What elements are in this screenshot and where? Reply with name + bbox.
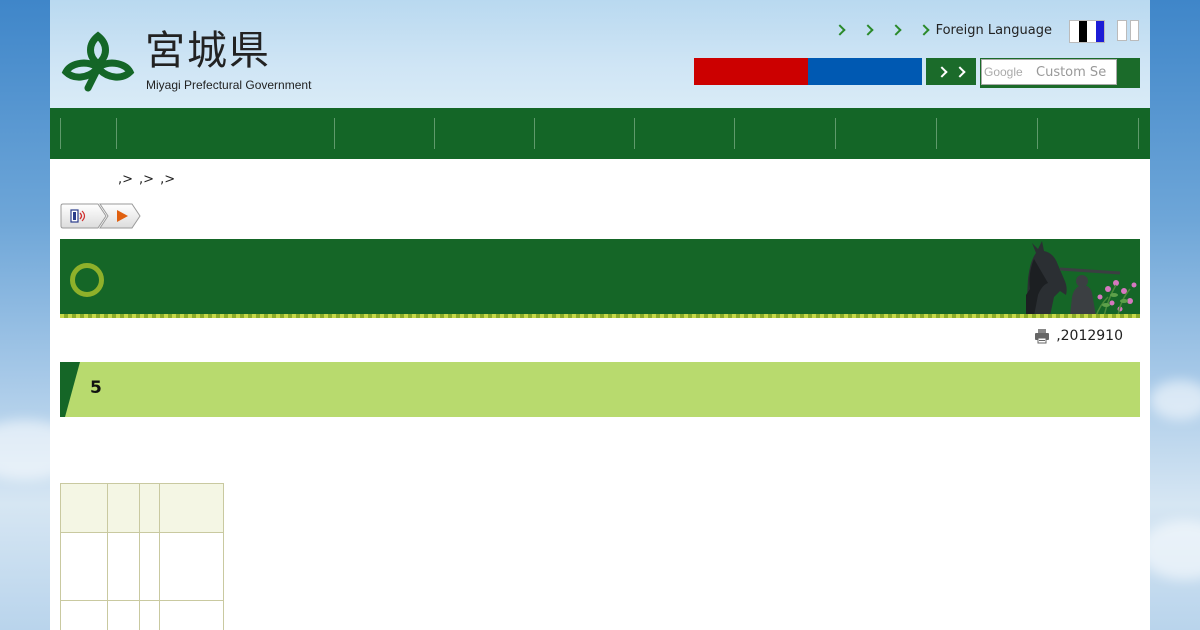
language-bar-red[interactable] bbox=[694, 58, 808, 85]
background-cloud bbox=[1150, 380, 1200, 420]
site-title[interactable]: 宮城県 bbox=[145, 27, 271, 75]
table-header-row bbox=[60, 483, 224, 533]
table-header-cell bbox=[107, 483, 140, 533]
updated-date: ,2012910 bbox=[1056, 328, 1123, 344]
contrast-white-button[interactable] bbox=[1087, 21, 1096, 42]
chevron-right-icon bbox=[833, 24, 846, 36]
section-heading: 5 bbox=[60, 362, 1140, 417]
go-button[interactable] bbox=[926, 58, 976, 85]
breadcrumb-item[interactable]: ,> bbox=[160, 172, 175, 187]
contrast-black-button[interactable] bbox=[1078, 21, 1087, 42]
search-submit-button[interactable] bbox=[1120, 58, 1140, 88]
nav-item[interactable] bbox=[735, 108, 835, 159]
google-watermark: Google bbox=[984, 65, 1023, 79]
foreign-language-link[interactable]: Foreign Language bbox=[914, 21, 1052, 39]
heading-accent bbox=[65, 362, 80, 417]
contrast-blue-button[interactable] bbox=[1095, 21, 1104, 42]
chevron-right-icon bbox=[954, 65, 966, 78]
top-link-3[interactable] bbox=[886, 21, 908, 39]
print-and-date: ,2012910 bbox=[1034, 328, 1123, 344]
nav-item[interactable] bbox=[937, 108, 1037, 159]
breadcrumb-item[interactable]: ,> bbox=[118, 172, 133, 187]
date-masamune-statue-image bbox=[1020, 239, 1140, 316]
font-size-buttons bbox=[1117, 20, 1139, 41]
read-aloud-button[interactable] bbox=[60, 203, 142, 229]
table-cell bbox=[107, 600, 140, 630]
nav-item[interactable] bbox=[836, 108, 936, 159]
table-cell bbox=[139, 600, 160, 630]
nav-item[interactable] bbox=[635, 108, 734, 159]
chevron-right-icon bbox=[917, 24, 930, 36]
nav-item-home[interactable] bbox=[61, 108, 116, 159]
font-size-button[interactable] bbox=[1117, 20, 1127, 41]
nav-item[interactable] bbox=[535, 108, 634, 159]
nav-item[interactable] bbox=[335, 108, 434, 159]
nav-item[interactable] bbox=[1038, 108, 1138, 159]
table-row bbox=[60, 532, 224, 601]
table-header-cell bbox=[60, 483, 108, 533]
site-header: 宮城県 Miyagi Prefectural Government Foreig… bbox=[50, 0, 1150, 108]
top-link-1[interactable] bbox=[830, 21, 852, 39]
page-title-banner bbox=[60, 239, 1140, 316]
table-row bbox=[60, 600, 224, 630]
table-cell bbox=[159, 532, 224, 601]
section-heading-text: 5 bbox=[90, 378, 102, 398]
printer-icon[interactable] bbox=[1034, 328, 1050, 344]
table-cell bbox=[60, 532, 108, 601]
language-bar-blue[interactable] bbox=[808, 58, 922, 85]
table-cell bbox=[60, 600, 108, 630]
breadcrumb: ,> ,> ,> bbox=[118, 172, 175, 187]
color-contrast-buttons bbox=[1069, 20, 1105, 43]
site-subtitle: Miyagi Prefectural Government bbox=[146, 78, 312, 92]
contrast-white-button[interactable] bbox=[1070, 21, 1079, 42]
data-table bbox=[60, 483, 224, 630]
font-size-button[interactable] bbox=[1129, 20, 1139, 41]
chevron-right-icon bbox=[936, 65, 948, 78]
nav-divider bbox=[1138, 118, 1139, 149]
page: 宮城県 Miyagi Prefectural Government Foreig… bbox=[50, 0, 1150, 630]
top-link-2[interactable] bbox=[858, 21, 880, 39]
chevron-right-icon bbox=[889, 24, 902, 36]
search-box: Google bbox=[980, 58, 1140, 88]
top-links: Foreign Language bbox=[824, 21, 1052, 39]
miyagi-emblem-logo[interactable] bbox=[60, 30, 136, 92]
table-cell bbox=[159, 600, 224, 630]
table-cell bbox=[107, 532, 140, 601]
nav-item[interactable] bbox=[117, 108, 334, 159]
table-header-cell bbox=[139, 483, 160, 533]
table-cell bbox=[139, 532, 160, 601]
breadcrumb-item[interactable]: ,> bbox=[139, 172, 154, 187]
chevron-right-icon bbox=[861, 24, 874, 36]
global-nav bbox=[50, 108, 1150, 159]
nav-item[interactable] bbox=[435, 108, 534, 159]
table-header-cell bbox=[159, 483, 224, 533]
banner-underline bbox=[60, 314, 1140, 318]
ring-icon bbox=[70, 263, 104, 297]
